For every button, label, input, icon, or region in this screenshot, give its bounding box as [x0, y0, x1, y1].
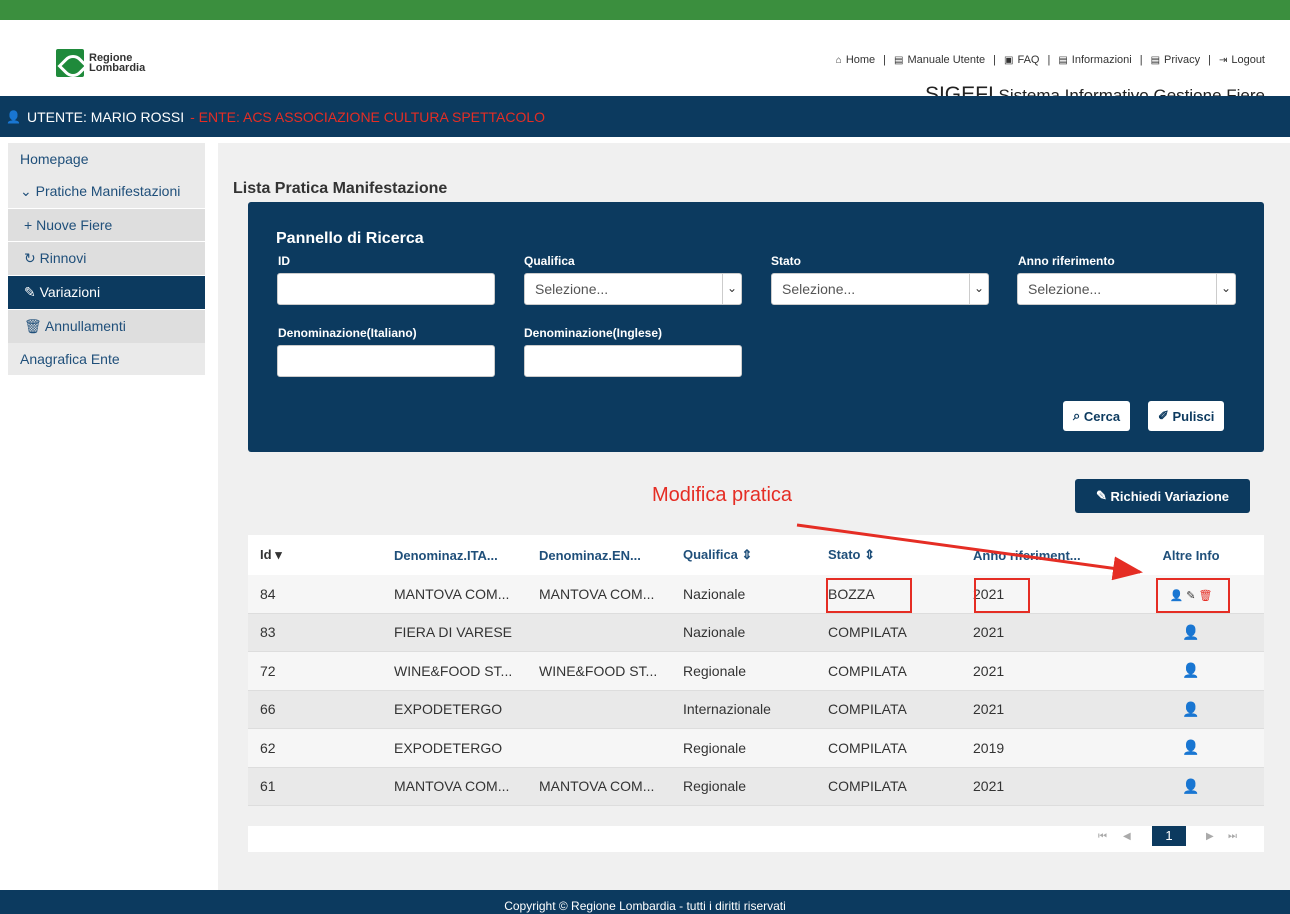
highlight-actions [1156, 578, 1230, 613]
annotation-arrow [796, 523, 1143, 581]
chevron-down-icon: ⌄ [1220, 281, 1231, 295]
footer: Copyright © Regione Lombardia - tutti i … [0, 890, 1290, 914]
highlight-anno [974, 578, 1030, 613]
chevron-down-icon: ⌄ [973, 281, 984, 295]
highlight-stato [826, 578, 912, 613]
chevron-down-icon: ⌄ [726, 281, 737, 295]
